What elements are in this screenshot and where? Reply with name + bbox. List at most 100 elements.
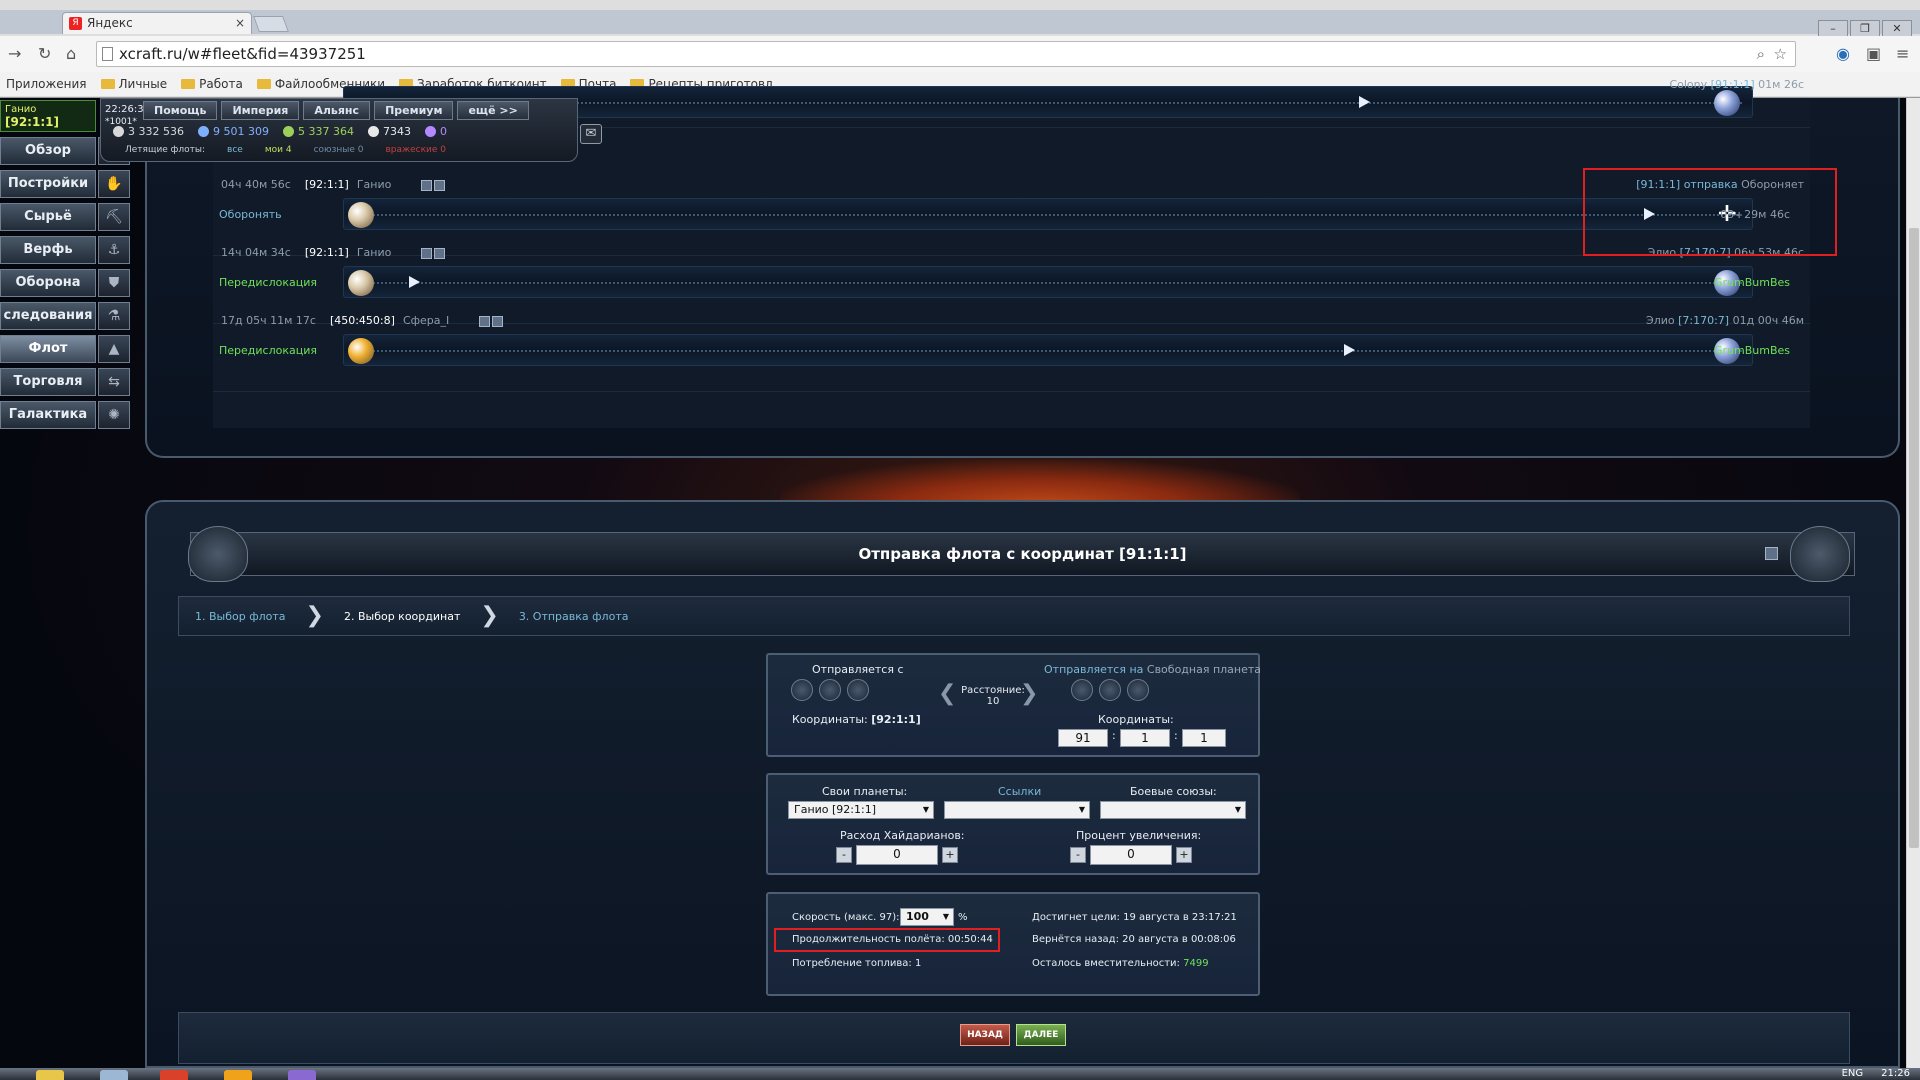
search-icon[interactable]: ⌕ xyxy=(1757,42,1765,66)
own-planets-select[interactable]: Ганио [92:1:1] xyxy=(788,801,934,819)
flying-all-link[interactable]: все xyxy=(227,145,243,155)
top-nav-item[interactable]: Помощь xyxy=(143,101,218,120)
fleet-coord[interactable]: [450:450:8] xyxy=(330,314,395,327)
address-bar[interactable]: xcraft.ru/w#fleet&fid=43937251 ⌕ ☆ xyxy=(96,41,1796,67)
flying-mine-link[interactable]: мои 4 xyxy=(265,145,292,155)
calculator-icon[interactable] xyxy=(100,1070,128,1080)
top-nav-item[interactable]: Империя xyxy=(221,101,300,120)
bookmark-item[interactable]: Приложения xyxy=(2,77,87,91)
galaxy-input[interactable]: 91 xyxy=(1058,729,1108,747)
side-menu-item[interactable]: следования ⚗ xyxy=(0,302,134,330)
back-button[interactable]: НАЗАД xyxy=(960,1024,1010,1046)
step-item[interactable]: 3. Отправка флота xyxy=(519,610,629,623)
target-debris-icon[interactable] xyxy=(1127,679,1149,701)
step-item[interactable]: 1. Выбор флота xyxy=(195,610,286,623)
increase-plus-button[interactable]: + xyxy=(1176,847,1192,863)
new-tab-button[interactable] xyxy=(253,16,289,32)
resource-item: 5 337 364 xyxy=(282,125,354,138)
mine-icon: ⛏ xyxy=(98,203,130,231)
destination-name[interactable]: Colony xyxy=(1669,78,1707,91)
to-coords-label: Координаты: xyxy=(1098,713,1174,726)
side-menu-item[interactable]: Верфь ⚓ xyxy=(0,236,134,264)
info-icon[interactable] xyxy=(421,247,433,259)
tab-close-icon[interactable]: × xyxy=(235,13,245,33)
browser-tab[interactable]: Я Яндекс × xyxy=(62,12,252,34)
side-menu-item[interactable]: Оборона ⛊ xyxy=(0,269,134,297)
app-icon[interactable] xyxy=(224,1070,252,1080)
flying-enemy-link[interactable]: вражеские 0 xyxy=(386,145,447,155)
star-icon[interactable]: ☆ xyxy=(1774,42,1787,66)
side-menu-label: Постройки xyxy=(0,170,96,198)
reload-icon[interactable]: ↻ xyxy=(38,44,51,63)
alliances-label: Боевые союзы: xyxy=(1130,785,1217,798)
tray-time[interactable]: 21:26 xyxy=(1881,1068,1910,1079)
fleet-coord[interactable]: [92:1:1] xyxy=(305,178,349,191)
side-menu-item[interactable]: Постройки ✋ xyxy=(0,170,134,198)
hydarian-input[interactable]: 0 xyxy=(856,845,938,865)
info-icon[interactable] xyxy=(479,315,491,327)
top-nav-item[interactable]: Альянс xyxy=(303,101,371,120)
edit-icon[interactable] xyxy=(492,315,504,327)
shield-icon: ⛊ xyxy=(98,269,130,297)
current-planet-box[interactable]: Ганио [92:1:1] xyxy=(0,100,96,132)
side-menu-item[interactable]: Торговля ⇆ xyxy=(0,368,134,396)
extension-k-icon[interactable]: ▣ xyxy=(1866,44,1881,63)
moon-type-icon[interactable] xyxy=(819,679,841,701)
system-input[interactable]: 1 xyxy=(1120,729,1170,747)
next-button[interactable]: ДАЛЕЕ xyxy=(1016,1024,1066,1046)
debris-type-icon[interactable] xyxy=(847,679,869,701)
resource-value: 9 501 309 xyxy=(212,125,269,138)
links-select[interactable] xyxy=(944,801,1090,819)
destination-coord[interactable]: [7:170:7] xyxy=(1678,314,1729,327)
destination-name[interactable]: Элио xyxy=(1646,314,1675,327)
page-scrollbar[interactable] xyxy=(1906,98,1920,1068)
menu-icon[interactable]: ≡ xyxy=(1896,44,1909,63)
bookmark-item[interactable]: Личные xyxy=(100,77,167,91)
target-planet-icon[interactable] xyxy=(1071,679,1093,701)
info-icon[interactable] xyxy=(421,179,433,191)
speed-unit: % xyxy=(958,912,968,923)
tray-lang[interactable]: ENG xyxy=(1842,1068,1864,1079)
target-moon-icon[interactable] xyxy=(1099,679,1121,701)
mail-icon[interactable]: ✉ xyxy=(580,124,602,144)
top-nav-item[interactable]: Премиум xyxy=(374,101,454,120)
hydarian-minus-button[interactable]: - xyxy=(836,847,852,863)
speed-select[interactable]: 100 xyxy=(900,908,954,926)
edit-icon[interactable] xyxy=(434,247,446,259)
planet-type-icon[interactable] xyxy=(791,679,813,701)
step-item[interactable]: 2. Выбор координат xyxy=(344,610,460,623)
destination-coord[interactable]: [91:1:1] xyxy=(1711,78,1755,91)
chrome-icon[interactable] xyxy=(160,1070,188,1080)
extension-icon[interactable]: ◉ xyxy=(1836,44,1850,63)
side-menu-label: Сырьё xyxy=(0,203,96,231)
fleet-coord[interactable]: [92:1:1] xyxy=(305,246,349,259)
step-breadcrumb: 1. Выбор флота ❯ 2. Выбор координат ❯ 3. Отп… xyxy=(178,596,1850,636)
increase-minus-button[interactable]: - xyxy=(1070,847,1086,863)
fleet-track xyxy=(343,334,1753,366)
home-icon[interactable]: ⌂ xyxy=(66,44,76,63)
coord-sep-1: : xyxy=(1112,729,1116,742)
alliances-select[interactable] xyxy=(1100,801,1246,819)
visual-studio-icon[interactable] xyxy=(288,1070,316,1080)
back-arrow-icon[interactable]: → xyxy=(8,44,21,63)
increase-input[interactable]: 0 xyxy=(1090,845,1172,865)
start-planet-icon xyxy=(348,338,374,364)
side-menu-item[interactable]: Флот ▲ xyxy=(0,335,134,363)
position-input[interactable]: 1 xyxy=(1182,729,1226,747)
system-tray: ENG 21:26 xyxy=(1842,1068,1910,1079)
options-box: Свои планеты: Ганио [92:1:1] Ссылки Боев… xyxy=(766,773,1260,875)
scrollbar-thumb[interactable] xyxy=(1909,228,1919,848)
send-fleet-title: Отправка флота с координат [91:1:1] xyxy=(190,532,1855,576)
resource-value: 7343 xyxy=(382,125,411,138)
top-nav-item[interactable]: ещё >> xyxy=(457,101,529,120)
distance: Расстояние: 10 xyxy=(956,685,1030,707)
side-menu-item[interactable]: Сырьё ⛏ xyxy=(0,203,134,231)
explorer-icon[interactable] xyxy=(36,1070,64,1080)
edit-icon[interactable] xyxy=(434,179,446,191)
side-menu-item[interactable]: Галактика ✺ xyxy=(0,401,134,429)
from-label: Отправляется с xyxy=(812,663,904,676)
top-nav: Помощь Империя Альянс Премиум ещё >> xyxy=(143,101,529,120)
hydarian-plus-button[interactable]: + xyxy=(942,847,958,863)
collapse-icon[interactable] xyxy=(1765,547,1778,560)
flying-allied-link[interactable]: союзные 0 xyxy=(314,145,364,155)
